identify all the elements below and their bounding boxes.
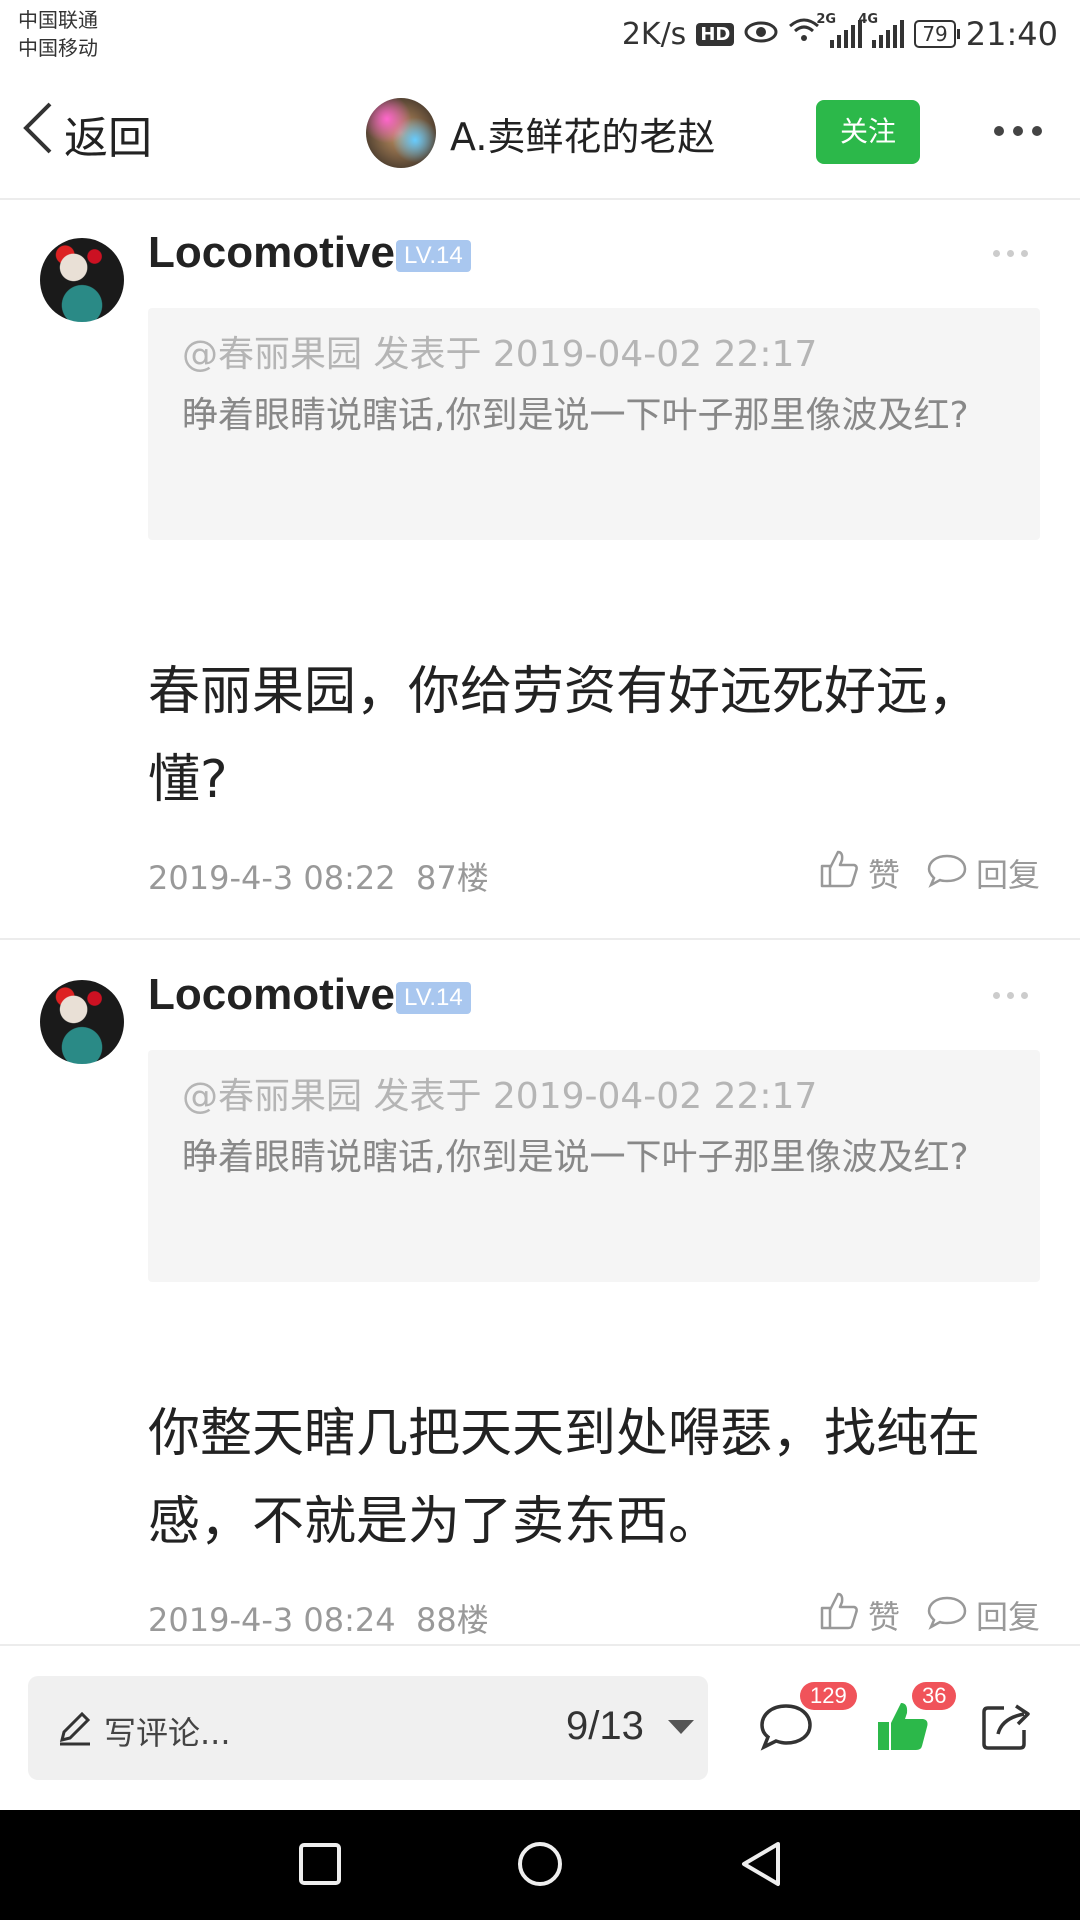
- quoted-comment[interactable]: @春丽果园 发表于 2019-04-02 22:17 睁着眼睛说瞎话,你到是说一…: [148, 1050, 1040, 1282]
- home-button[interactable]: [516, 1840, 564, 1892]
- like-label: 赞: [867, 1598, 900, 1636]
- top-navigation: 返回 A.卖鲜花的老赵 关注: [0, 70, 1080, 200]
- like-label: 赞: [867, 856, 900, 894]
- quoted-comment[interactable]: @春丽果园 发表于 2019-04-02 22:17 睁着眼睛说瞎话,你到是说一…: [148, 308, 1040, 540]
- more-options-icon[interactable]: [994, 126, 1042, 136]
- page-indicator[interactable]: 9/13: [566, 1704, 644, 1749]
- comment-meta: 2019-4-3 08:22 87楼: [148, 853, 489, 899]
- carrier-1: 中国联通: [18, 8, 98, 32]
- hd-icon: HD: [696, 22, 735, 46]
- level-badge: LV.14: [396, 240, 471, 272]
- like-button[interactable]: 赞: [818, 1590, 900, 1640]
- battery-indicator: 79: [914, 20, 961, 48]
- comment-actions: 赞 回复: [818, 1590, 1040, 1640]
- chat-bubble-icon: [926, 1590, 968, 1640]
- system-back-button[interactable]: [738, 1840, 784, 1892]
- comment-time: 2019-4-3 08:24: [148, 1601, 396, 1639]
- write-comment-placeholder: 写评论...: [104, 1714, 231, 1752]
- comment-more-icon[interactable]: [993, 250, 1028, 257]
- pencil-icon: [56, 1708, 94, 1746]
- reply-label: 回复: [975, 856, 1040, 894]
- comment-meta: 2019-4-3 08:24 88楼: [148, 1595, 489, 1641]
- author-name[interactable]: A.卖鲜花的老赵: [450, 106, 715, 161]
- like-button[interactable]: 赞: [818, 848, 900, 898]
- dropdown-arrow-icon[interactable]: [668, 1720, 694, 1734]
- comment-body: 你整天瞎几把天天到处嘚瑟，找纯在感，不就是为了卖东西。: [148, 1404, 981, 1552]
- network-type-2g: 2G: [816, 12, 837, 27]
- status-bar: 中国联通 中国移动 2K/s HD 2G 4G 79 21:40: [0, 0, 1080, 70]
- back-label: 返回: [64, 112, 152, 164]
- comment-more-icon[interactable]: [993, 992, 1028, 999]
- like-count-badge: 36: [912, 1682, 957, 1710]
- share-icon[interactable]: [976, 1696, 1036, 1756]
- floor-number: 87楼: [415, 859, 489, 897]
- system-navigation-bar: [0, 1810, 1080, 1920]
- user-avatar[interactable]: [40, 238, 124, 322]
- quote-text: 睁着眼睛说瞎话,你到是说一下叶子那里像波及红?: [182, 1137, 969, 1178]
- reply-label: 回复: [975, 1598, 1040, 1636]
- back-button[interactable]: 返回: [20, 100, 152, 167]
- carrier-info: 中国联通 中国移动: [18, 6, 98, 62]
- reply-button[interactable]: 回复: [926, 848, 1040, 898]
- recent-apps-button[interactable]: [298, 1842, 342, 1890]
- quote-meta: @春丽果园 发表于 2019-04-02 22:17: [182, 334, 818, 375]
- quote-meta: @春丽果园 发表于 2019-04-02 22:17: [182, 1076, 818, 1117]
- level-badge: LV.14: [396, 982, 471, 1014]
- bottom-toolbar: 写评论... 9/13 129 36: [0, 1644, 1080, 1812]
- write-comment-input[interactable]: 写评论... 9/13: [28, 1676, 708, 1780]
- floor-number: 88楼: [415, 1601, 489, 1639]
- author-avatar[interactable]: [366, 98, 436, 168]
- chevron-left-icon: [20, 100, 56, 167]
- user-name[interactable]: Locomotive: [148, 970, 395, 1020]
- comment-actions: 赞 回复: [818, 848, 1040, 898]
- user-avatar[interactable]: [40, 980, 124, 1064]
- comment-body: 春丽果园，你给劳资有好远死好远，懂?: [148, 662, 981, 810]
- author-info[interactable]: A.卖鲜花的老赵: [366, 98, 715, 168]
- chat-bubble-icon: [926, 848, 968, 898]
- divider: [0, 938, 1080, 940]
- clock: 21:40: [965, 15, 1058, 53]
- thumbs-up-icon: [818, 1590, 860, 1640]
- eye-icon: [744, 17, 778, 52]
- status-indicators: 2K/s HD 2G 4G 79 21:40: [622, 12, 1058, 56]
- thumbs-up-icon: [818, 848, 860, 898]
- carrier-2: 中国移动: [18, 36, 98, 60]
- quote-text: 睁着眼睛说瞎话,你到是说一下叶子那里像波及红?: [182, 395, 969, 436]
- comment-count-badge: 129: [800, 1682, 857, 1710]
- network-speed: 2K/s: [621, 16, 687, 52]
- signal-4g-icon: 4G: [858, 12, 905, 48]
- follow-button[interactable]: 关注: [816, 100, 920, 164]
- user-name[interactable]: Locomotive: [148, 228, 395, 278]
- network-type-4g: 4G: [858, 12, 879, 27]
- comment-time: 2019-4-3 08:22: [148, 859, 396, 897]
- reply-button[interactable]: 回复: [926, 1590, 1040, 1640]
